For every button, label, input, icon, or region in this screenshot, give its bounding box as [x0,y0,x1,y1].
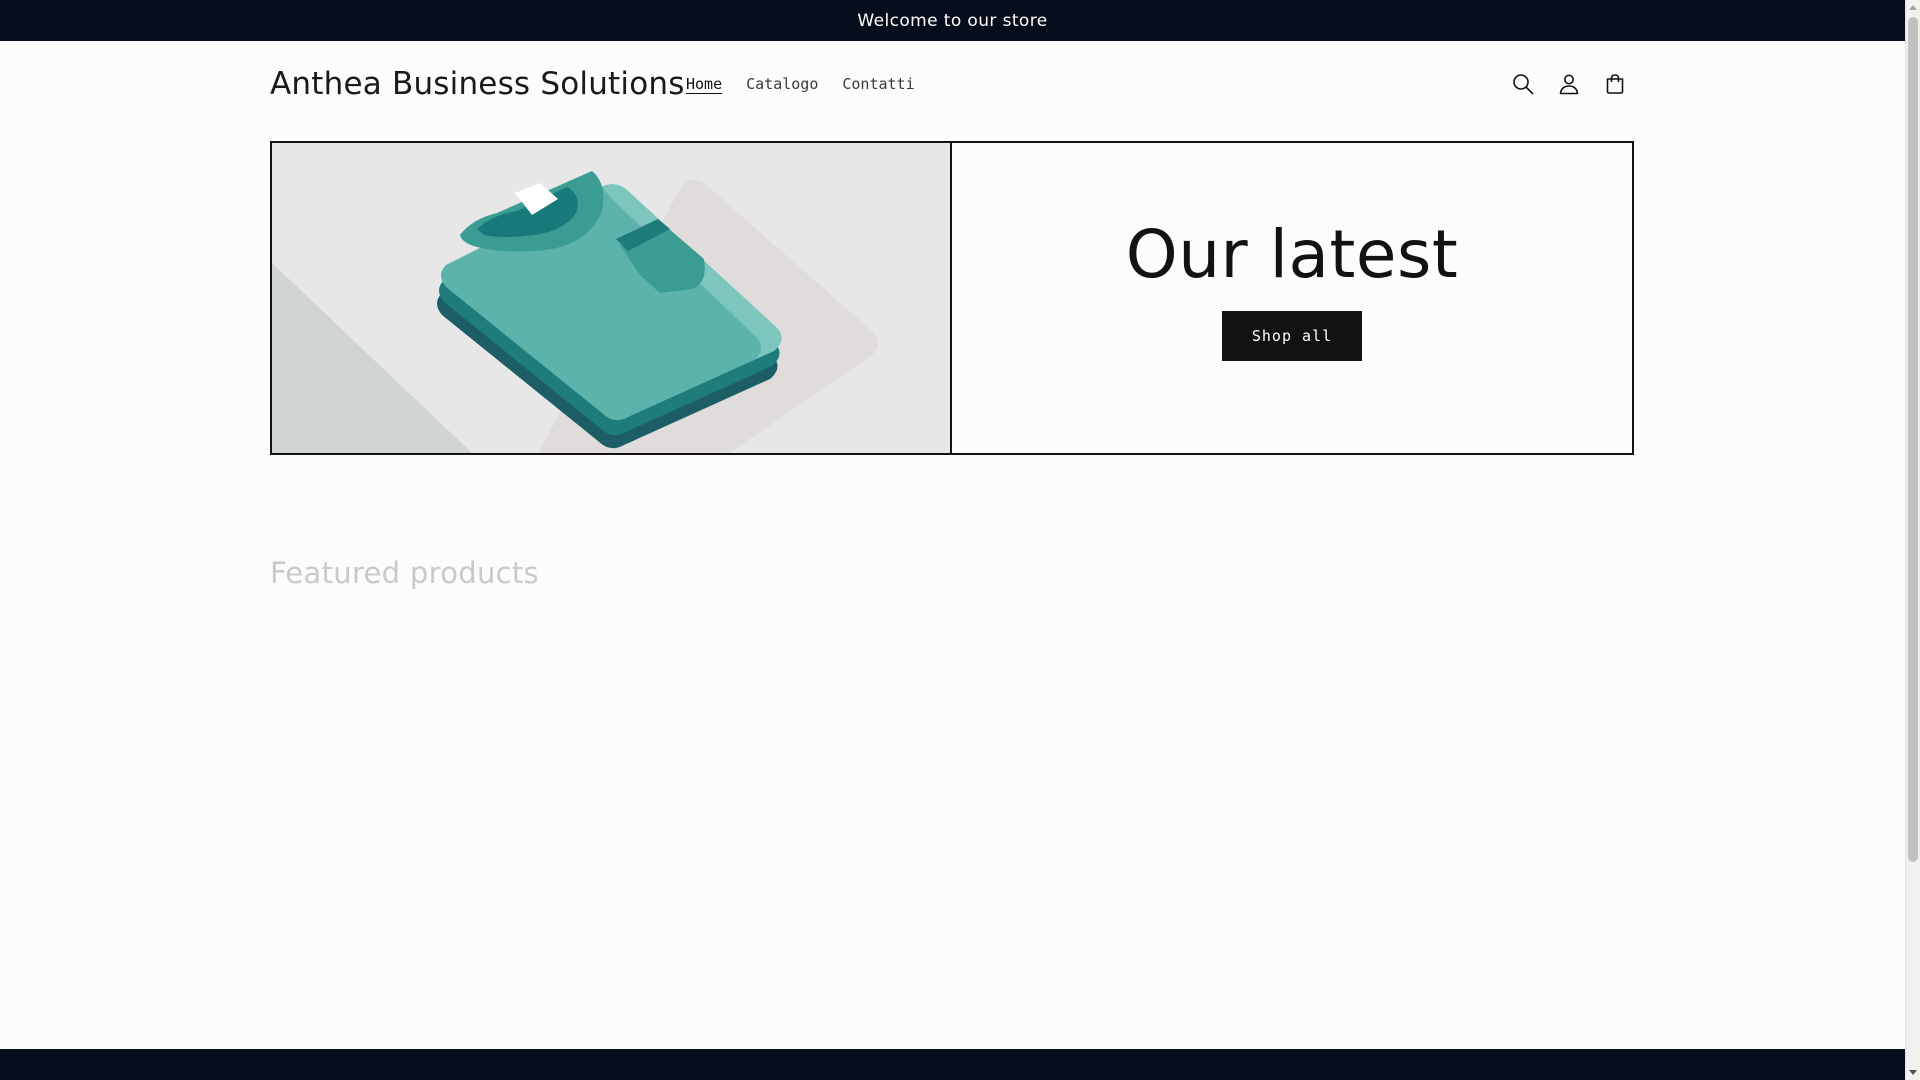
header-icons [1500,61,1638,107]
nav-link-catalogo[interactable]: Catalogo [746,75,818,93]
main-nav: Home Catalogo Contatti [686,75,939,93]
nav-link-home[interactable]: Home [686,75,722,93]
hero-title: Our latest [1125,215,1459,293]
cart-icon [1606,74,1624,94]
scroll-down-icon[interactable] [1909,1070,1917,1075]
store-logo[interactable]: Anthea Business Solutions [270,66,685,102]
search-button[interactable] [1500,61,1546,107]
announcement-text: Welcome to our store [857,10,1048,31]
announcement-bar: Welcome to our store [0,0,1905,41]
cart-button[interactable] [1592,61,1638,107]
site-header: Anthea Business Solutions Home Catalogo … [0,41,1905,141]
hero-content: Our latest Shop all [952,143,1632,453]
nav-link-contatti[interactable]: Contatti [842,75,914,93]
shop-all-button[interactable]: Shop all [1222,310,1362,361]
footer-strip [0,1049,1905,1080]
page: Welcome to our store Anthea Business Sol… [0,0,1905,1080]
page-scrollbar[interactable] [1905,0,1920,1080]
search-icon [1513,74,1534,95]
hero-image [272,143,952,453]
scroll-up-icon[interactable] [1909,5,1917,10]
account-button[interactable] [1546,61,1592,107]
featured-products-title: Featured products [270,556,539,590]
account-icon [1559,74,1579,95]
scrollbar-thumb[interactable] [1908,17,1918,862]
hero-banner: Our latest Shop all [270,141,1634,455]
folded-shirts-illustration [272,143,950,453]
